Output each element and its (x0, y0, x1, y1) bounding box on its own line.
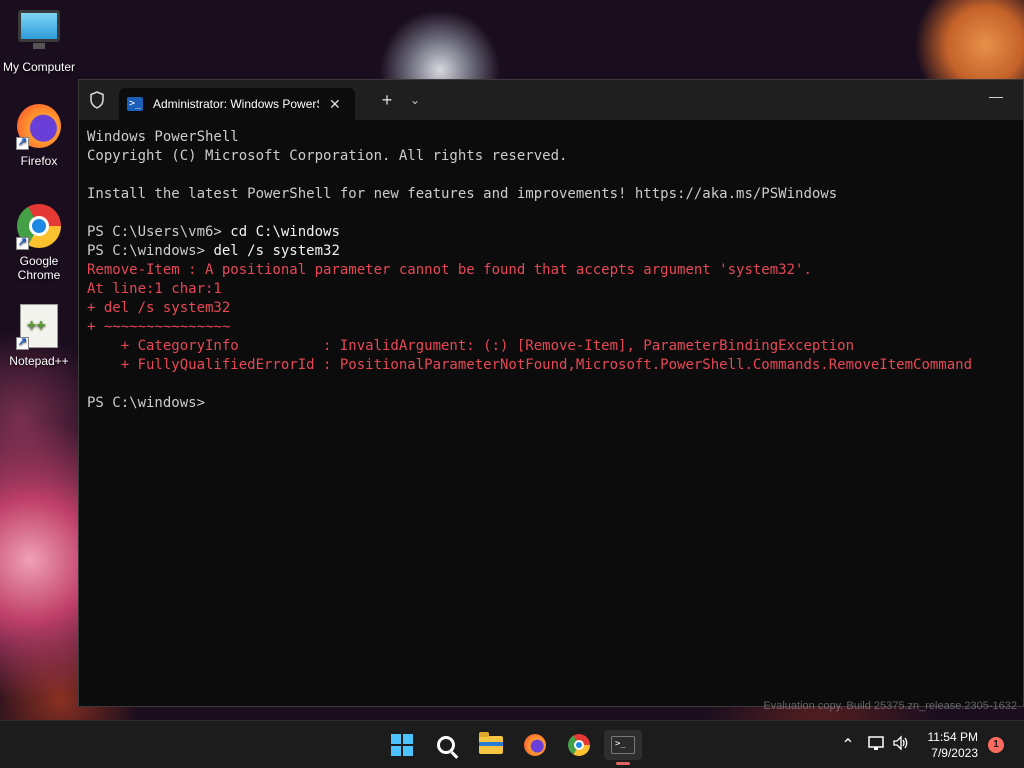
firefox-taskbar-button[interactable] (519, 730, 551, 760)
chevron-down-icon[interactable]: ⌄ (407, 93, 423, 107)
firefox-icon (16, 104, 62, 150)
active-indicator (616, 762, 630, 765)
line-text: + CategoryInfo : InvalidArgument: (:) [R… (87, 338, 855, 354)
tab-powershell[interactable]: >_ Administrator: Windows PowerShell ✕ (119, 88, 355, 120)
evaluation-watermark: Evaluation copy. Build 25375.zn_release.… (763, 700, 1017, 712)
line-text: + del /s system32 (87, 300, 231, 316)
network-icon[interactable] (868, 735, 886, 756)
desktop-icon-label: Google Chrome (17, 254, 61, 282)
shortcut-arrow-icon (16, 335, 29, 350)
monitor-icon (16, 10, 62, 56)
file-explorer-button[interactable] (475, 730, 507, 760)
clock-time: 11:54 PM (927, 730, 978, 744)
folder-icon (479, 732, 503, 754)
line-text: Windows PowerShell (87, 129, 239, 145)
desktop-icon-label: My Computer (2, 60, 76, 74)
chrome-taskbar-button[interactable] (563, 730, 595, 760)
error-line: + ~~~~~~~~~~~~~~~ (87, 318, 1023, 337)
notepad-plus-plus-icon (16, 304, 62, 350)
notification-badge[interactable]: 1 (988, 737, 1004, 753)
line-text: Remove-Item : A positional parameter can… (87, 262, 812, 278)
desktop-icon-notepad-plus-plus[interactable]: Notepad++ (0, 304, 78, 368)
command-text: cd C:\windows (230, 224, 340, 240)
terminal-icon: >_ (611, 736, 635, 754)
start-button[interactable] (386, 730, 418, 760)
shortcut-arrow-icon (16, 235, 29, 250)
terminal-window[interactable]: >_ Administrator: Windows PowerShell ✕ +… (78, 79, 1024, 712)
new-tab-button[interactable]: + (377, 90, 397, 111)
desktop-icon-label: Firefox (20, 154, 58, 168)
shield-icon (87, 90, 107, 110)
firefox-icon (524, 734, 546, 756)
output-line: Install the latest PowerShell for new fe… (87, 185, 1023, 204)
powershell-icon: >_ (127, 97, 143, 111)
line-text: At line:1 char:1 (87, 281, 222, 297)
line-text: PS C:\windows> (87, 395, 214, 411)
line-text: PS C:\Users\vm6> (87, 224, 231, 240)
line-text: Install the latest PowerShell for new fe… (87, 186, 838, 202)
minimize-button[interactable]: — (989, 88, 1003, 104)
search-button[interactable] (430, 730, 462, 760)
windows-logo-icon (391, 734, 413, 756)
output-line: Windows PowerShell (87, 128, 1023, 147)
prompt-line: PS C:\Users\vm6> cd C:\windows (87, 223, 1023, 242)
terminal-output[interactable]: Windows PowerShell Copyright (C) Microsof… (79, 120, 1023, 706)
prompt-line: PS C:\windows> (87, 394, 1023, 413)
speaker-icon[interactable] (892, 734, 910, 756)
error-line: + CategoryInfo : InvalidArgument: (:) [R… (87, 337, 1023, 356)
desktop-icon-chrome[interactable]: Google Chrome (0, 204, 78, 282)
error-line: At line:1 char:1 (87, 280, 1023, 299)
line-text: PS C:\windows> (87, 243, 214, 259)
error-line: Remove-Item : A positional parameter can… (87, 261, 1023, 280)
taskbar: >_ ⌃ 11:54 PM 7/9/2023 1 (0, 720, 1024, 768)
output-line: Copyright (C) Microsoft Corporation. All… (87, 147, 1023, 166)
terminal-titlebar[interactable]: >_ Administrator: Windows PowerShell ✕ +… (79, 80, 1023, 120)
line-text: + ~~~~~~~~~~~~~~~ (87, 319, 231, 335)
desktop-icon-my-computer[interactable]: My Computer (0, 6, 78, 74)
tab-title: Administrator: Windows PowerShell (153, 97, 319, 111)
search-icon (437, 736, 455, 754)
tray-chevron-up-icon[interactable]: ⌃ (838, 735, 858, 755)
line-text: Copyright (C) Microsoft Corporation. All… (87, 148, 568, 164)
line-text: + FullyQualifiedErrorId : PositionalPara… (87, 357, 973, 373)
error-line: + FullyQualifiedErrorId : PositionalPara… (87, 356, 1023, 375)
desktop-icon-label: Notepad++ (9, 354, 69, 368)
prompt-line: PS C:\windows> del /s system32 (87, 242, 1023, 261)
desktop-icon-firefox[interactable]: Firefox (0, 104, 78, 168)
shortcut-arrow-icon (16, 135, 29, 150)
close-tab-icon[interactable]: ✕ (329, 96, 341, 113)
terminal-taskbar-button[interactable]: >_ (604, 730, 642, 765)
chrome-icon (16, 204, 62, 250)
command-text: del /s system32 (213, 243, 340, 259)
chrome-icon (568, 734, 590, 756)
error-line: + del /s system32 (87, 299, 1023, 318)
clock-date: 7/9/2023 (931, 746, 978, 760)
clock[interactable]: 11:54 PM 7/9/2023 (922, 729, 978, 761)
